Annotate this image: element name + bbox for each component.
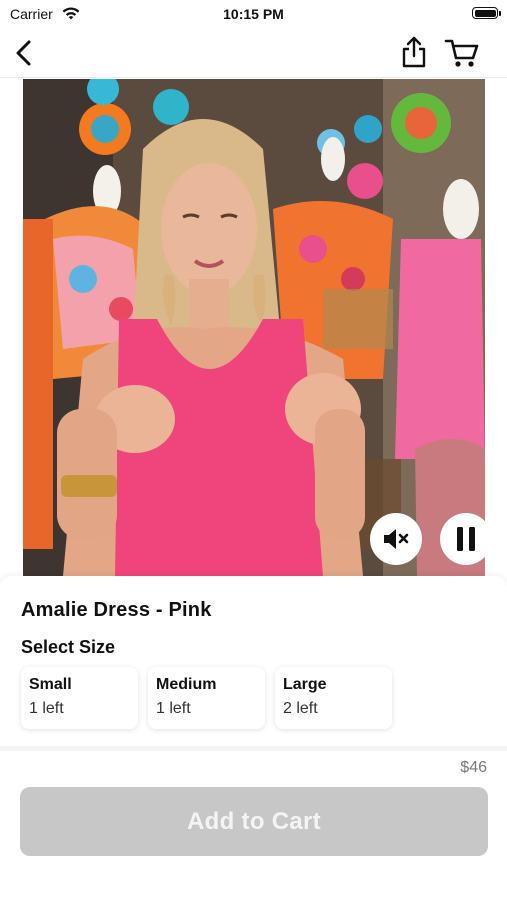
size-option-medium[interactable]: Medium 1 left xyxy=(148,667,265,729)
product-title: Amalie Dress - Pink xyxy=(21,599,212,621)
back-chevron-icon[interactable] xyxy=(10,38,38,68)
share-icon[interactable] xyxy=(399,35,429,69)
nav-bar xyxy=(0,28,507,78)
size-name: Small xyxy=(29,676,72,693)
size-option-large[interactable]: Large 2 left xyxy=(275,667,392,729)
size-heading: Select Size xyxy=(21,637,116,657)
speaker-muted-icon xyxy=(384,529,409,549)
pause-button[interactable] xyxy=(440,513,485,565)
size-option-small[interactable]: Small 1 left xyxy=(21,667,138,729)
size-stock: 1 left xyxy=(156,700,191,717)
status-bar: Carrier 10:15 PM xyxy=(0,0,507,28)
pause-icon xyxy=(457,527,475,551)
mute-button[interactable] xyxy=(370,513,422,565)
video-frame xyxy=(23,79,485,576)
size-name: Medium xyxy=(156,676,217,693)
shopping-cart-icon[interactable] xyxy=(444,36,480,70)
battery-nub xyxy=(499,11,501,16)
product-video[interactable] xyxy=(23,79,485,576)
add-to-cart-button[interactable]: Add to Cart xyxy=(20,787,488,856)
product-sheet: Amalie Dress - Pink Select Size Small 1 … xyxy=(0,576,507,746)
battery-icon xyxy=(472,7,498,19)
size-name: Large xyxy=(283,676,327,693)
size-stock: 2 left xyxy=(283,700,318,717)
clock: 10:15 PM xyxy=(223,6,284,22)
section-divider xyxy=(0,746,507,751)
product-price: $46 xyxy=(460,759,487,776)
size-stock: 1 left xyxy=(29,700,64,717)
